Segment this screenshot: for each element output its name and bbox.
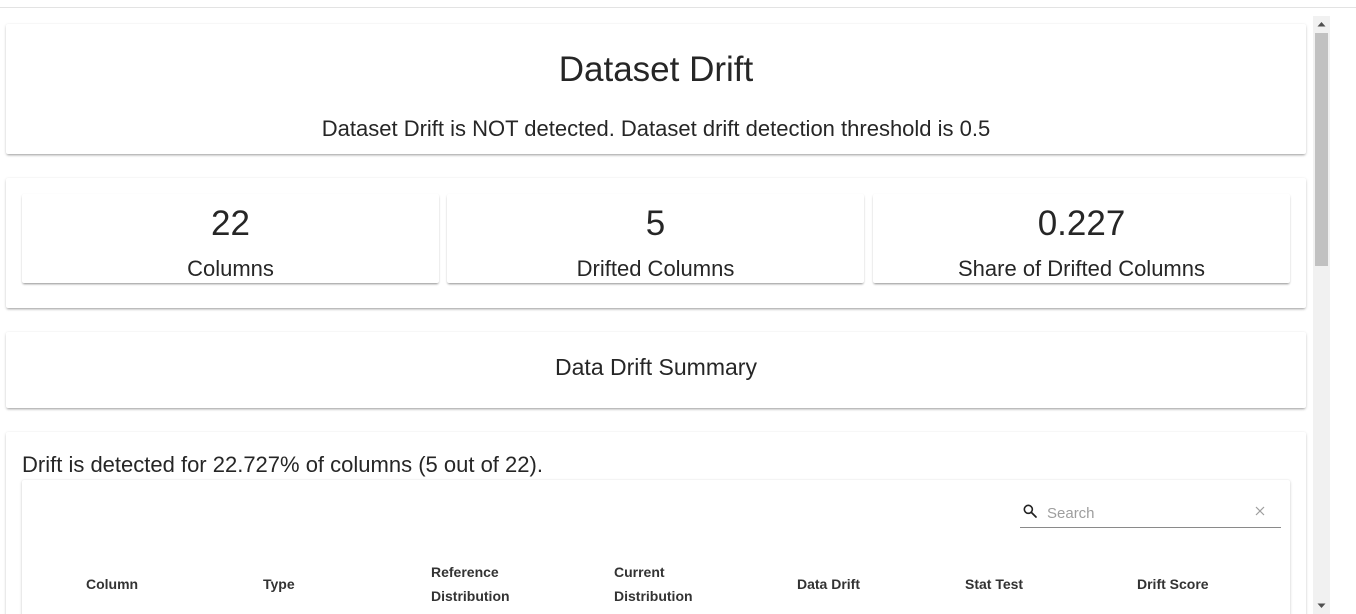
counter-columns: 22 Columns	[22, 194, 439, 283]
report-page: Dataset Drift Dataset Drift is NOT detec…	[0, 8, 1313, 614]
drift-table-caption: Drift is detected for 22.727% of columns…	[22, 452, 543, 477]
column-header-column[interactable]: Column	[86, 572, 206, 596]
dataset-drift-status: Dataset Drift is NOT detected. Dataset d…	[321, 116, 991, 141]
column-header-label: Distribution	[431, 588, 510, 604]
scroll-up-arrow-icon[interactable]	[1313, 16, 1330, 33]
column-header-label: Stat Test	[965, 576, 1024, 592]
column-header-label: Reference	[431, 564, 499, 580]
drift-table: Column Type Reference Distribution Curre…	[22, 480, 1290, 614]
column-header-label: Drift Score	[1137, 576, 1209, 592]
column-header-label: Column	[86, 576, 139, 592]
column-header-data-drift[interactable]: Data Drift	[797, 572, 917, 596]
counters-card: 22 Columns 5 Drifted Columns 0.227 Share…	[6, 178, 1306, 308]
counter-label: Drifted Columns	[576, 256, 735, 281]
summary-title: Data Drift Summary	[555, 354, 757, 380]
counter-value: 5	[645, 204, 666, 243]
counter-drifted-columns: 5 Drifted Columns	[447, 194, 864, 283]
close-icon[interactable]	[1252, 503, 1268, 519]
column-header-label: Current	[614, 564, 665, 580]
drift-table-card: Drift is detected for 22.727% of columns…	[6, 432, 1306, 614]
dataset-drift-title: Dataset Drift	[558, 50, 754, 89]
search-input[interactable]	[1047, 502, 1247, 524]
counter-share-drifted: 0.227 Share of Drifted Columns	[873, 194, 1290, 283]
counter-label: Share of Drifted Columns	[958, 256, 1205, 281]
scroll-down-arrow-icon[interactable]	[1313, 597, 1330, 614]
scrollbar-thumb[interactable]	[1315, 33, 1328, 266]
data-drift-summary-card: Data Drift Summary	[6, 332, 1306, 408]
column-header-drift-score[interactable]: Drift Score	[1137, 572, 1257, 596]
column-header-type[interactable]: Type	[263, 572, 383, 596]
vertical-scrollbar[interactable]	[1313, 16, 1330, 614]
column-header-label: Distribution	[614, 588, 693, 604]
column-header-current-distribution[interactable]: Current Distribution	[614, 560, 734, 608]
column-header-stat-test[interactable]: Stat Test	[965, 572, 1085, 596]
column-header-label: Data Drift	[797, 576, 861, 592]
column-header-label: Type	[263, 576, 295, 592]
dataset-drift-card: Dataset Drift Dataset Drift is NOT detec…	[6, 24, 1306, 154]
column-header-reference-distribution[interactable]: Reference Distribution	[431, 560, 551, 608]
counter-value: 0.227	[1037, 204, 1126, 243]
search-icon	[1023, 504, 1037, 518]
counter-value: 22	[211, 204, 250, 243]
search-box	[1020, 500, 1281, 528]
counter-label: Columns	[187, 256, 274, 281]
